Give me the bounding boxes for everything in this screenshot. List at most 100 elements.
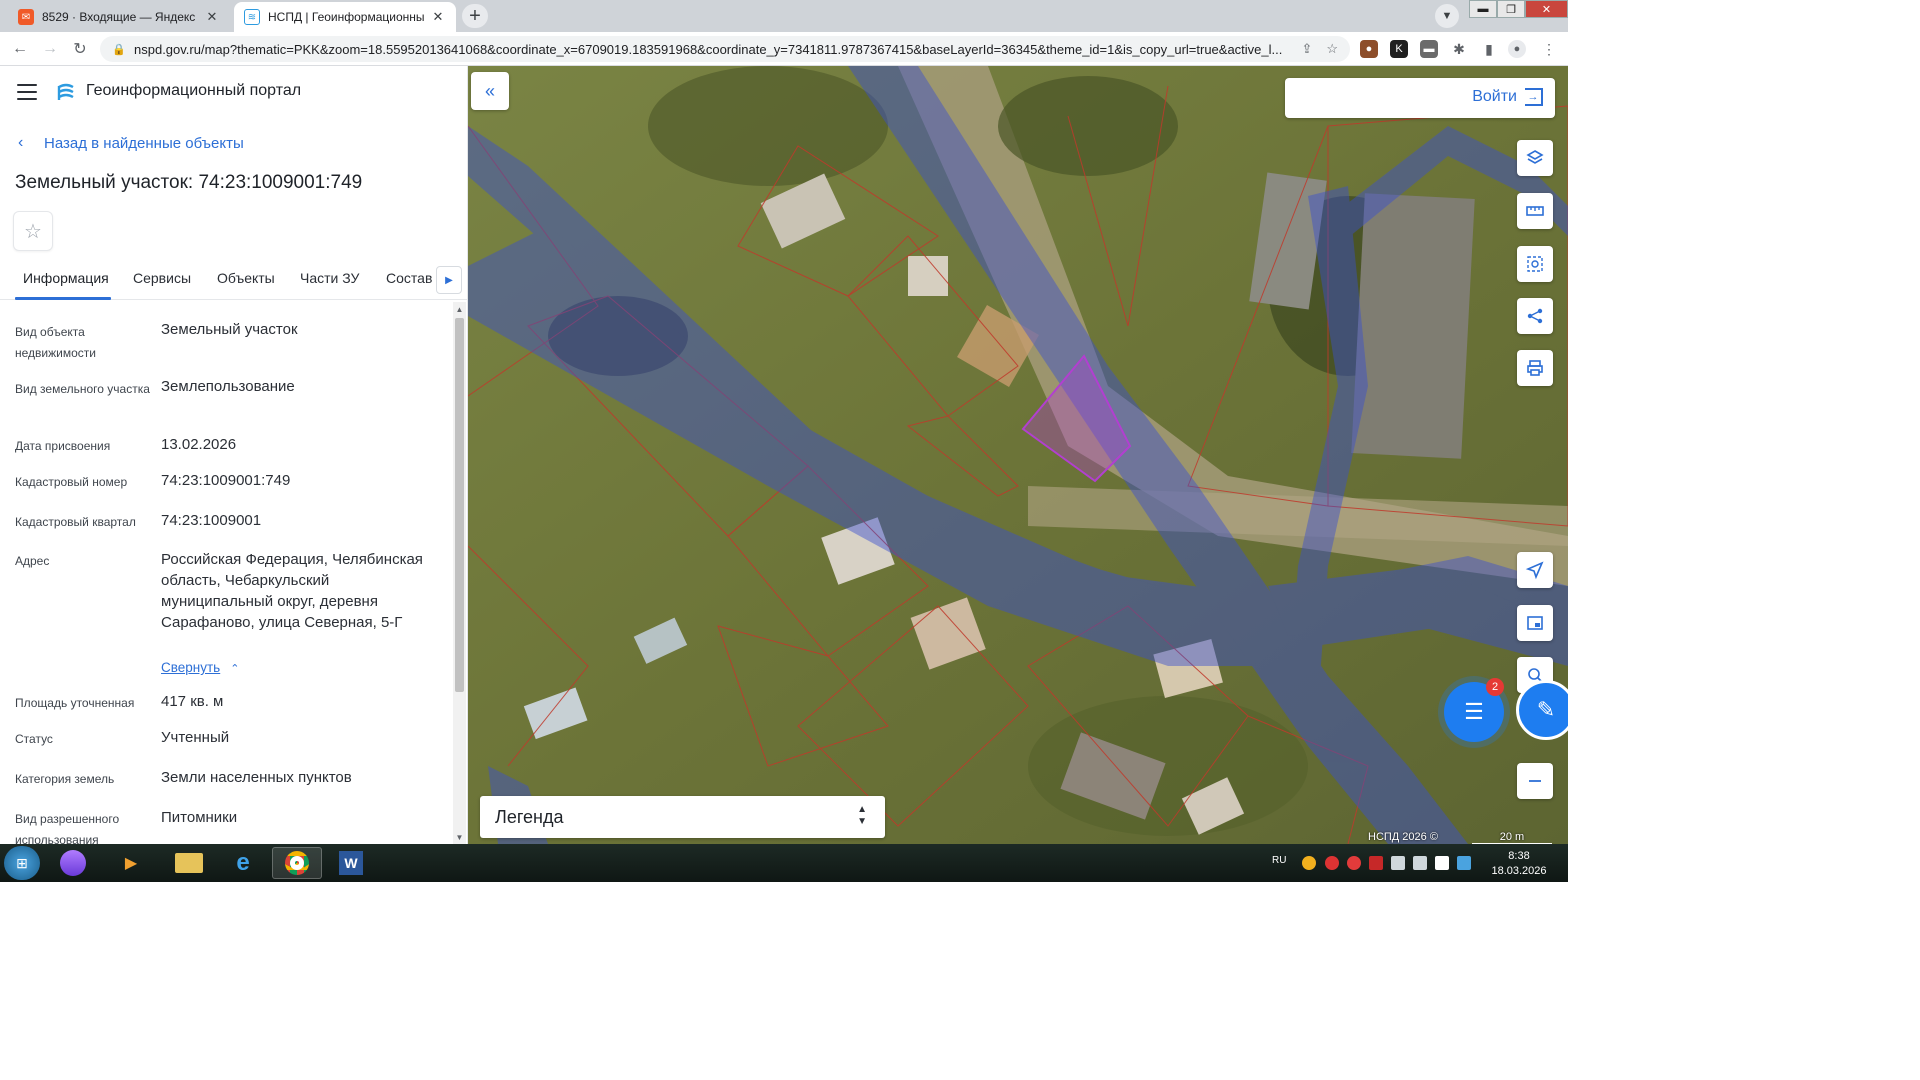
aerial-imagery[interactable] (468, 66, 1568, 844)
clock-time: 8:38 (1508, 850, 1530, 862)
printer-icon (1527, 360, 1543, 376)
hamburger-menu-icon[interactable] (17, 84, 37, 100)
property-label: Категория земель (15, 772, 115, 786)
property-value: 74:23:1009001 (161, 512, 262, 529)
feedback-button[interactable]: ✎ (1516, 680, 1568, 740)
side-panel-icon[interactable]: ▮ (1480, 40, 1498, 58)
collapse-label: Свернуть (161, 660, 221, 675)
back-to-results-link[interactable]: ‹ Назад в найденные объекты (18, 134, 244, 152)
login-arrow-icon: → (1525, 88, 1543, 106)
address-bar[interactable]: 🔒 nspd.gov.ru/map?thematic=PKK&zoom=18.5… (100, 36, 1350, 62)
collapse-panel-button[interactable]: « (471, 72, 509, 110)
share-map-button[interactable] (1517, 298, 1553, 334)
media-player-icon[interactable]: ▶ (106, 847, 156, 879)
property-label: Статус (15, 732, 53, 746)
favorite-star-button[interactable]: ☆ (13, 211, 53, 251)
scroll-down-icon[interactable]: ▼ (453, 830, 466, 844)
chrome-icon[interactable] (272, 847, 322, 879)
bookmark-star-icon[interactable]: ☆ (1326, 41, 1338, 57)
language-indicator[interactable]: RU (1272, 855, 1286, 866)
property-label: Вид объекта недвижимости (15, 325, 96, 360)
panel-scrollbar[interactable]: ▲ ▼ (453, 302, 466, 844)
tray-monitor-icon[interactable] (1391, 856, 1405, 870)
info-tabs: Информация Сервисы Объекты Части ЗУ Сост… (0, 262, 467, 300)
file-explorer-icon[interactable] (164, 847, 214, 879)
tab-search-chevron-icon[interactable]: ▼ (1435, 4, 1459, 28)
scroll-up-icon[interactable]: ▲ (453, 302, 466, 316)
extension-avatar-icon[interactable]: ● (1360, 40, 1378, 58)
tab-services[interactable]: Сервисы (133, 270, 191, 286)
browser-tab-bar: ✉ 8529 · Входящие — Яндекс Почта ✕ ≋ НСП… (0, 0, 1568, 32)
layers-button[interactable] (1517, 140, 1553, 176)
forward-arrow-icon[interactable]: → (38, 37, 62, 61)
tray-yandex-icon[interactable] (1347, 856, 1361, 870)
measure-button[interactable] (1517, 193, 1553, 229)
minimap-button[interactable] (1517, 605, 1553, 641)
double-chevron-left-icon: « (484, 80, 495, 101)
new-tab-button[interactable]: + (462, 4, 488, 28)
tray-antivirus-icon[interactable] (1325, 856, 1339, 870)
map-view[interactable]: « Войти → ☰ 2 ✎ Легенда ▲ ▼ НСПД 2026 © … (468, 66, 1568, 844)
scroll-thumb[interactable] (455, 318, 464, 692)
tab-title: НСПД | Геоинформационный портал (268, 10, 424, 24)
tray-app-icon[interactable] (1302, 856, 1316, 870)
extension-k-icon[interactable]: K (1390, 40, 1408, 58)
extension-hat-icon[interactable]: ▬ (1420, 40, 1438, 58)
profile-icon[interactable]: ● (1508, 40, 1526, 58)
area-select-button[interactable] (1517, 246, 1553, 282)
window-close-icon[interactable]: ✕ (1525, 0, 1568, 18)
extensions-puzzle-icon[interactable]: ✱ (1450, 40, 1468, 58)
tab-objects[interactable]: Объекты (217, 270, 275, 286)
reload-icon[interactable]: ↻ (68, 37, 92, 61)
tab-parts[interactable]: Части ЗУ (300, 270, 359, 286)
tray-sync-icon[interactable] (1369, 856, 1383, 870)
back-link-label: Назад в найденные объекты (44, 134, 244, 152)
property-label: Площадь уточненная (15, 696, 135, 710)
zoom-out-button[interactable] (1517, 763, 1553, 799)
browser-tab-nspd[interactable]: ≋ НСПД | Геоинформационный портал ✕ (234, 2, 456, 32)
browser-tab-mail[interactable]: ✉ 8529 · Входящие — Яндекс Почта ✕ (8, 2, 230, 32)
internet-explorer-icon[interactable]: e (218, 847, 268, 879)
lock-icon: 🔒 (112, 43, 126, 56)
tabs-scroll-right-icon[interactable]: ▶ (436, 266, 462, 294)
chat-lines-icon: ☰ (1464, 699, 1484, 724)
back-arrow-icon[interactable]: ← (8, 37, 32, 61)
mail-icon: ✉ (18, 9, 34, 25)
tray-flag-icon[interactable] (1435, 856, 1449, 870)
menu-kebab-icon[interactable]: ⋮ (1540, 40, 1558, 58)
share-icon[interactable]: ⇪ (1301, 41, 1312, 57)
tab-composition[interactable]: Состав (386, 270, 432, 286)
star-icon: ☆ (24, 220, 42, 243)
share-nodes-icon (1527, 308, 1543, 324)
portal-logo-icon (57, 83, 74, 100)
property-value: Учтенный (161, 729, 230, 746)
alice-assistant-icon[interactable] (48, 847, 98, 879)
start-button-icon[interactable]: ⊞ (4, 846, 40, 880)
minimize-icon[interactable]: ▬ (1469, 0, 1497, 18)
system-clock[interactable]: 8:38 18.03.2026 (1484, 849, 1554, 879)
restore-icon[interactable]: ❐ (1497, 0, 1525, 18)
property-value: Российская Федерация, Челябинская област… (161, 551, 423, 631)
chevron-up-icon: ⌃ (230, 663, 240, 675)
object-title: Земельный участок: 74:23:1009001:749 (15, 172, 363, 193)
word-icon[interactable]: W (326, 847, 376, 879)
scale-bar: 20 m (1472, 831, 1552, 844)
close-icon[interactable]: ✕ (204, 9, 220, 25)
tab-information[interactable]: Информация (23, 270, 109, 286)
property-label: Кадастровый квартал (15, 515, 136, 529)
feedback-pen-icon: ✎ (1536, 697, 1556, 722)
url-text: nspd.gov.ru/map?thematic=PKK&zoom=18.559… (134, 41, 1283, 57)
geolocation-button[interactable] (1517, 552, 1553, 588)
tray-volume-icon[interactable] (1413, 856, 1427, 870)
property-value: Земельный участок (161, 321, 298, 338)
property-label: Кадастровый номер (15, 475, 128, 489)
legend-panel[interactable]: Легенда ▲ ▼ (480, 796, 885, 838)
windows-taskbar: ⊞ ▶ e W RU 8:38 18.03.2026 (0, 844, 1568, 882)
login-button[interactable]: Войти → (1472, 88, 1543, 106)
tray-network-icon[interactable] (1457, 856, 1471, 870)
print-button[interactable] (1517, 350, 1553, 386)
collapse-address-link[interactable]: Свернуть ⌃ (161, 660, 239, 675)
tab-title: 8529 · Входящие — Яндекс Почта (42, 10, 198, 24)
expand-collapse-icon[interactable]: ▲ ▼ (857, 804, 867, 828)
close-icon[interactable]: ✕ (430, 9, 446, 25)
